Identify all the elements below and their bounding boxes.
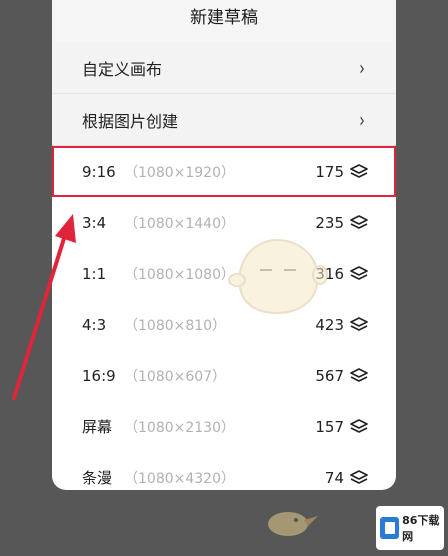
layers-icon [350,265,368,280]
size-ratio: 1:1 [82,264,107,283]
chevron-right-icon: › [359,107,365,132]
size-ratio: 条漫 [82,469,113,487]
create-from-image-row[interactable]: 根据图片创建 › [52,94,396,146]
layers-icon [350,469,368,484]
size-ratio: 屏幕 [82,418,113,436]
size-ratio: 3:4 [82,213,107,232]
size-row-screen[interactable]: 屏幕 （1080×2130） 157 [52,401,396,452]
size-ratio: 9:16 [82,162,116,181]
chevron-right-icon: › [359,55,365,80]
template-count: 567 [315,366,344,385]
template-count: 175 [315,162,344,181]
size-row-comic-strip[interactable]: 条漫 （1080×4320） 74 [52,452,396,490]
template-count: 157 [315,417,344,436]
layers-icon [350,418,368,433]
layers-icon [350,367,368,382]
site-name: 86下载网 [402,514,440,543]
layers-icon [350,316,368,331]
custom-canvas-label: 自定义画布 [82,59,163,79]
template-count: 74 [324,468,344,487]
size-dimensions: （1080×2130） [124,419,235,436]
size-ratio: 16:9 [82,366,116,385]
bird-watermark-icon [268,512,318,536]
size-row-16-9[interactable]: 16:9 （1080×607） 567 [52,350,396,401]
size-dimensions: （1080×1920） [124,164,235,181]
layers-icon [350,163,368,178]
size-dimensions: （1080×4320） [124,470,235,487]
layers-icon [350,214,368,229]
sheet-title: 新建草稿 [52,0,396,42]
custom-canvas-row[interactable]: 自定义画布 › [52,42,396,94]
size-dimensions: （1080×607） [124,368,227,385]
new-draft-sheet: 新建草稿 自定义画布 › 根据图片创建 › 9:16 （1080×1920） 1… [52,0,396,490]
site-watermark-badge: 86下载网 [376,506,444,550]
mascot-watermark-icon [228,238,328,315]
create-from-image-label: 根据图片创建 [82,111,179,131]
size-ratio: 4:3 [82,315,107,334]
size-row-9-16[interactable]: 9:16 （1080×1920） 175 [52,146,396,197]
site-logo-icon [380,517,400,539]
